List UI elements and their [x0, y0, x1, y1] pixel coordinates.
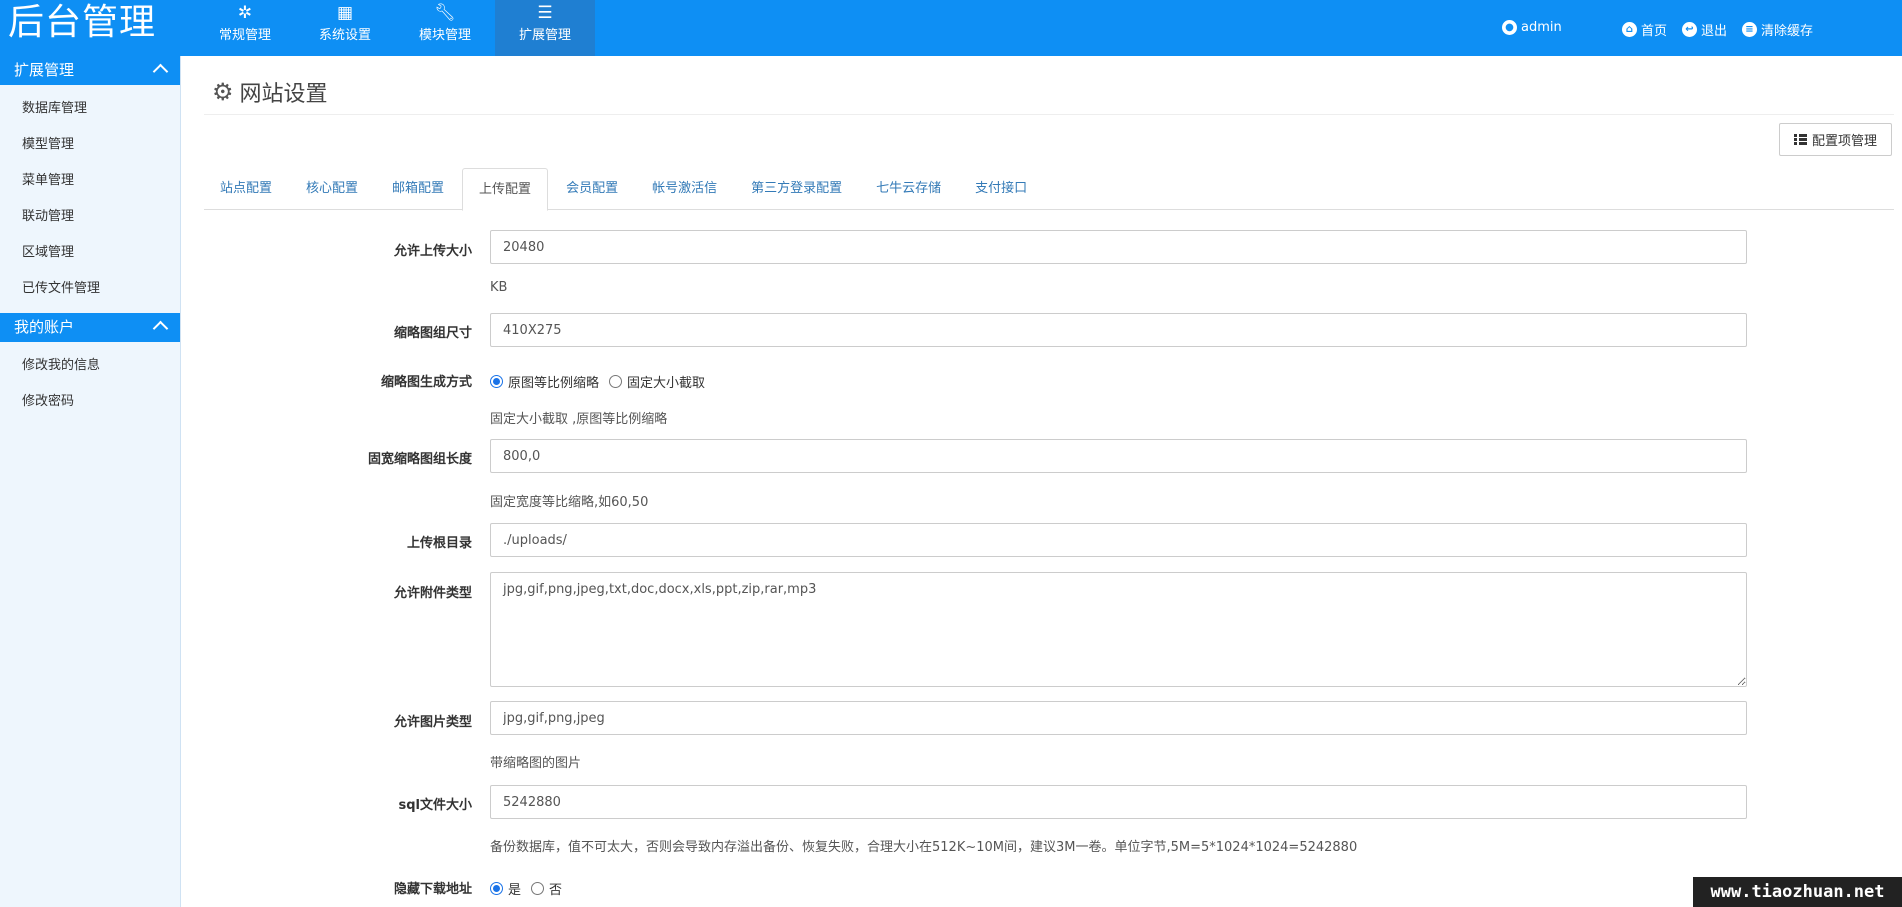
main-content: ⚙ 网站设置 配置项管理 站点配置 核心配置 邮箱配置 上传配置 会员配置 帐号…: [182, 56, 1902, 907]
sidebar-group-account[interactable]: 我的账户: [0, 313, 180, 342]
sidebar-item-uploaded-files[interactable]: 已传文件管理: [0, 271, 180, 307]
chevron-up-icon: [152, 320, 169, 337]
upload-size-label: 允许上传大小: [393, 244, 472, 259]
watermark: www.tiaozhuan.net: [1693, 877, 1902, 907]
sidebar-item-edit-profile[interactable]: 修改我的信息: [0, 348, 180, 384]
upload-size-help: KB: [490, 280, 508, 295]
top-nav: ✲ 常规管理 ▦ 系统设置 🔧︎ 模块管理 ☰ 扩展管理: [195, 0, 595, 56]
tab-payment[interactable]: 支付接口: [959, 168, 1043, 210]
gear-icon: ⚙: [212, 78, 234, 106]
tab-member[interactable]: 会员配置: [550, 168, 634, 210]
sidebar-item-change-password[interactable]: 修改密码: [0, 384, 180, 420]
thumb-mode-label: 缩略图生成方式: [380, 375, 472, 390]
config-tabs: 站点配置 核心配置 邮箱配置 上传配置 会员配置 帐号激活信 第三方登录配置 七…: [204, 168, 1894, 211]
thumb-mode-radio-fixed[interactable]: [609, 375, 623, 388]
sql-size-input[interactable]: [490, 785, 1747, 819]
tab-activation[interactable]: 帐号激活信: [636, 168, 733, 210]
topnav-general[interactable]: ✲ 常规管理: [195, 0, 295, 56]
logout-link[interactable]: ↩ 退出: [1682, 20, 1727, 39]
upload-size-input[interactable]: [490, 230, 1747, 264]
thumb-mode-help: 固定大小截取 ,原图等比例缩略: [490, 412, 668, 427]
home-icon: ⌂: [1622, 22, 1637, 37]
tab-third-party-login[interactable]: 第三方登录配置: [735, 168, 858, 210]
sidebar-item-region[interactable]: 区域管理: [0, 235, 180, 271]
list-icon: ☰: [537, 3, 553, 23]
sidebar-list-account: 修改我的信息 修改密码: [0, 342, 180, 426]
title-divider: [204, 114, 1894, 115]
sidebar-item-database[interactable]: 数据库管理: [0, 91, 180, 127]
wrench-icon: 🔧︎: [434, 3, 456, 23]
image-types-help: 带缩略图的图片: [490, 756, 582, 771]
config-items-button[interactable]: 配置项管理: [1779, 123, 1892, 156]
user-icon: ●: [1502, 20, 1517, 35]
thumb-width-input[interactable]: [490, 439, 1747, 473]
header-actions: ● admin ⌂ 首页 ↩ 退出 ≡ 清除缓存: [1502, 20, 1902, 40]
thumb-mode-radio-proportional[interactable]: [490, 375, 503, 388]
hide-download-radio-yes[interactable]: [490, 882, 503, 895]
thumb-size-input[interactable]: [490, 313, 1747, 347]
app-logo: 后台管理: [8, 2, 157, 43]
logout-icon: ↩: [1682, 22, 1697, 37]
thumb-mode-radios: 原图等比例缩略 固定大小截取: [490, 372, 715, 391]
sql-size-label: sql文件大小: [398, 798, 473, 813]
thumb-size-label: 缩略图组尺寸: [393, 326, 472, 341]
upload-root-label: 上传根目录: [406, 536, 472, 551]
topnav-extension[interactable]: ☰ 扩展管理: [495, 0, 595, 56]
topnav-module[interactable]: 🔧︎ 模块管理: [395, 0, 495, 56]
sidebar-item-menu[interactable]: 菜单管理: [0, 163, 180, 199]
thumb-width-help: 固定宽度等比缩略,如60,50: [490, 495, 649, 510]
sidebar-group-extension[interactable]: 扩展管理: [0, 56, 180, 85]
tab-email[interactable]: 邮箱配置: [376, 168, 460, 210]
home-link[interactable]: ⌂ 首页: [1622, 20, 1667, 39]
list-icon: [1793, 134, 1807, 145]
top-header: 后台管理 ✲ 常规管理 ▦ 系统设置 🔧︎ 模块管理 ☰ 扩展管理 ● admi…: [0, 0, 1902, 56]
tab-upload[interactable]: 上传配置: [462, 168, 549, 211]
tab-site[interactable]: 站点配置: [204, 168, 288, 210]
thumb-width-label: 固宽缩略图组长度: [367, 452, 472, 467]
attach-types-label: 允许附件类型: [393, 586, 472, 601]
sql-size-help: 备份数据库，值不可太大，否则会导致内存溢出备份、恢复失败，合理大小在512K~1…: [490, 840, 1358, 855]
user-menu[interactable]: ● admin: [1502, 20, 1562, 35]
clear-cache-link[interactable]: ≡ 清除缓存: [1742, 20, 1813, 39]
hide-download-radio-no[interactable]: [531, 882, 545, 895]
chevron-up-icon: [152, 63, 169, 80]
image-types-label: 允许图片类型: [393, 715, 472, 730]
topnav-system[interactable]: ▦ 系统设置: [295, 0, 395, 56]
snowflake-icon: ✲: [237, 3, 253, 23]
sidebar: 扩展管理 数据库管理 模型管理 菜单管理 联动管理 区域管理 已传文件管理 我的…: [0, 56, 181, 907]
hide-download-label: 隐藏下载地址: [393, 882, 472, 897]
attach-types-textarea[interactable]: jpg,gif,png,jpeg,txt,doc,docx,xls,ppt,zi…: [490, 572, 1747, 687]
sidebar-list-extension: 数据库管理 模型管理 菜单管理 联动管理 区域管理 已传文件管理: [0, 85, 180, 313]
page-title: ⚙ 网站设置: [212, 78, 328, 107]
hide-download-radios: 是 否: [490, 879, 572, 898]
tab-qiniu[interactable]: 七牛云存储: [860, 168, 957, 210]
image-types-input[interactable]: [490, 701, 1747, 735]
list-circle-icon: ≡: [1742, 22, 1757, 37]
sidebar-item-linkage[interactable]: 联动管理: [0, 199, 180, 235]
upload-root-input[interactable]: [490, 523, 1747, 557]
grid-icon: ▦: [336, 3, 354, 23]
tab-core[interactable]: 核心配置: [290, 168, 374, 210]
sidebar-item-model[interactable]: 模型管理: [0, 127, 180, 163]
